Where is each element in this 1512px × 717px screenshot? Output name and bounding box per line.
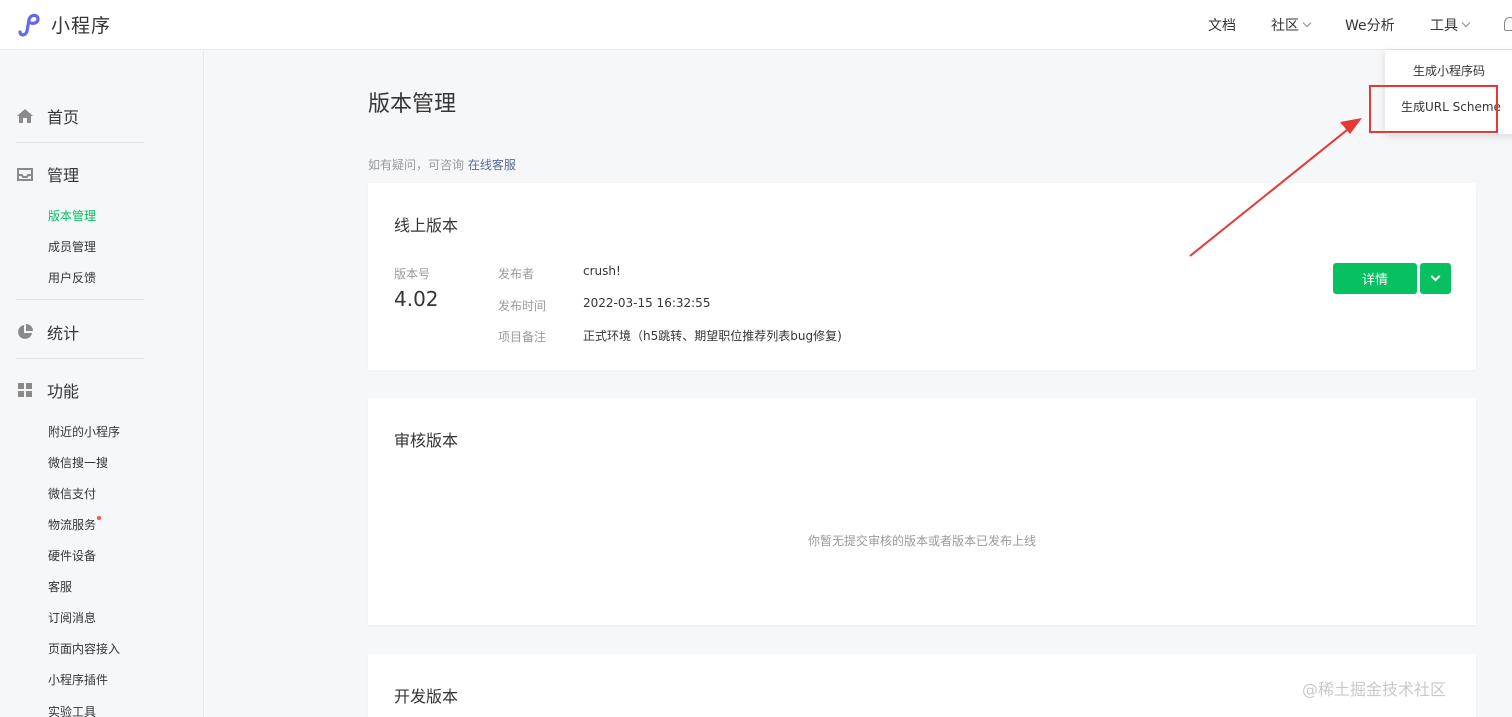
inbox-icon	[17, 168, 33, 181]
more-actions-button[interactable]	[1420, 263, 1451, 294]
divider	[16, 299, 144, 300]
grid-icon	[18, 383, 32, 397]
menu-item-generate-qrcode[interactable]: 生成小程序码	[1413, 62, 1485, 79]
publisher-label: 发布者	[498, 267, 535, 281]
sidebar-item-logistics-label: 物流服务	[48, 518, 97, 532]
nav-docs-label: 文档	[1208, 18, 1236, 34]
sidebar-item-version-management[interactable]: 版本管理	[48, 207, 96, 224]
sidebar-item-stats[interactable]: 统计	[16, 320, 79, 344]
publisher-value: crush!	[583, 264, 621, 278]
publish-time-value: 2022-03-15 16:32:55	[583, 296, 711, 310]
bell-icon[interactable]	[1504, 17, 1512, 31]
nav-tools[interactable]: 工具	[1430, 15, 1471, 35]
watermark: @稀土掘金技术社区	[1302, 680, 1447, 699]
version-number: 4.02	[394, 287, 439, 311]
sidebar-item-home[interactable]: 首页	[16, 104, 79, 128]
pie-chart-icon	[18, 324, 33, 339]
sidebar-item-manage-label: 管理	[47, 166, 80, 185]
project-note-label: 项目备注	[498, 330, 547, 344]
annotation-highlight-box	[1369, 85, 1498, 133]
online-support-link[interactable]: 在线客服	[468, 158, 516, 172]
home-icon	[17, 109, 33, 123]
nav-docs[interactable]: 文档	[1208, 15, 1236, 35]
nav-we-analysis[interactable]: We分析	[1345, 15, 1395, 35]
sidebar-item-nearby-miniprogram[interactable]: 附近的小程序	[48, 423, 120, 440]
new-badge-dot	[97, 516, 102, 520]
sidebar-item-customer-service[interactable]: 客服	[48, 578, 72, 595]
online-version-title: 线上版本	[394, 216, 459, 235]
sidebar: 首页 管理 版本管理 成员管理 用户反馈 统计 功能 附近的小程序 微信搜一搜 …	[0, 51, 204, 717]
sidebar-item-wechat-search[interactable]: 微信搜一搜	[48, 454, 108, 471]
sidebar-item-page-content[interactable]: 页面内容接入	[48, 640, 120, 657]
top-bar: 小程序 文档 社区 We分析 工具	[0, 0, 1512, 50]
miniprogram-logo-icon	[18, 13, 40, 37]
sidebar-item-hardware[interactable]: 硬件设备	[48, 547, 96, 564]
chevron-down-icon	[1302, 18, 1312, 28]
sidebar-item-features[interactable]: 功能	[16, 378, 79, 402]
detail-button[interactable]: 详情	[1333, 263, 1417, 294]
sidebar-item-logistics[interactable]: 物流服务	[48, 516, 102, 533]
nav-community[interactable]: 社区	[1271, 15, 1312, 35]
nav-we-analysis-label: We分析	[1345, 18, 1395, 34]
brand-logo[interactable]: 小程序	[16, 10, 111, 38]
sidebar-item-member-management[interactable]: 成员管理	[48, 238, 96, 255]
online-version-card: 线上版本 版本号 4.02 发布者 crush! 发布时间 2022-03-15…	[368, 183, 1476, 370]
divider	[16, 142, 144, 143]
page-title: 版本管理	[368, 92, 457, 117]
review-version-title: 审核版本	[394, 431, 459, 450]
dev-version-title: 开发版本	[394, 687, 459, 706]
sidebar-item-stats-label: 统计	[47, 324, 80, 343]
sidebar-item-manage[interactable]: 管理	[16, 162, 79, 186]
help-text: 如有疑问，可咨询 在线客服	[368, 156, 516, 173]
nav-tools-label: 工具	[1430, 18, 1458, 34]
sidebar-item-experiment-tools[interactable]: 实验工具	[48, 703, 96, 717]
sidebar-item-subscribe-message[interactable]: 订阅消息	[48, 609, 96, 626]
chevron-down-icon	[1430, 271, 1441, 282]
chevron-down-icon	[1461, 18, 1471, 28]
nav-community-label: 社区	[1271, 18, 1299, 34]
review-version-card: 审核版本 你暂无提交审核的版本或者版本已发布上线	[368, 398, 1476, 625]
version-number-label: 版本号	[394, 267, 431, 281]
sidebar-item-wechat-pay[interactable]: 微信支付	[48, 485, 96, 502]
publish-time-label: 发布时间	[498, 299, 547, 313]
project-note-value: 正式环境（h5跳转、期望职位推荐列表bug修复)	[583, 329, 842, 343]
help-prefix: 如有疑问，可咨询	[368, 158, 465, 172]
brand-name: 小程序	[51, 14, 112, 37]
sidebar-item-features-label: 功能	[47, 382, 80, 401]
sidebar-item-plugins[interactable]: 小程序插件	[48, 671, 108, 688]
sidebar-item-user-feedback[interactable]: 用户反馈	[48, 269, 96, 286]
sidebar-item-home-label: 首页	[47, 108, 80, 127]
divider	[16, 358, 144, 359]
empty-state-text: 你暂无提交审核的版本或者版本已发布上线	[807, 534, 1036, 548]
